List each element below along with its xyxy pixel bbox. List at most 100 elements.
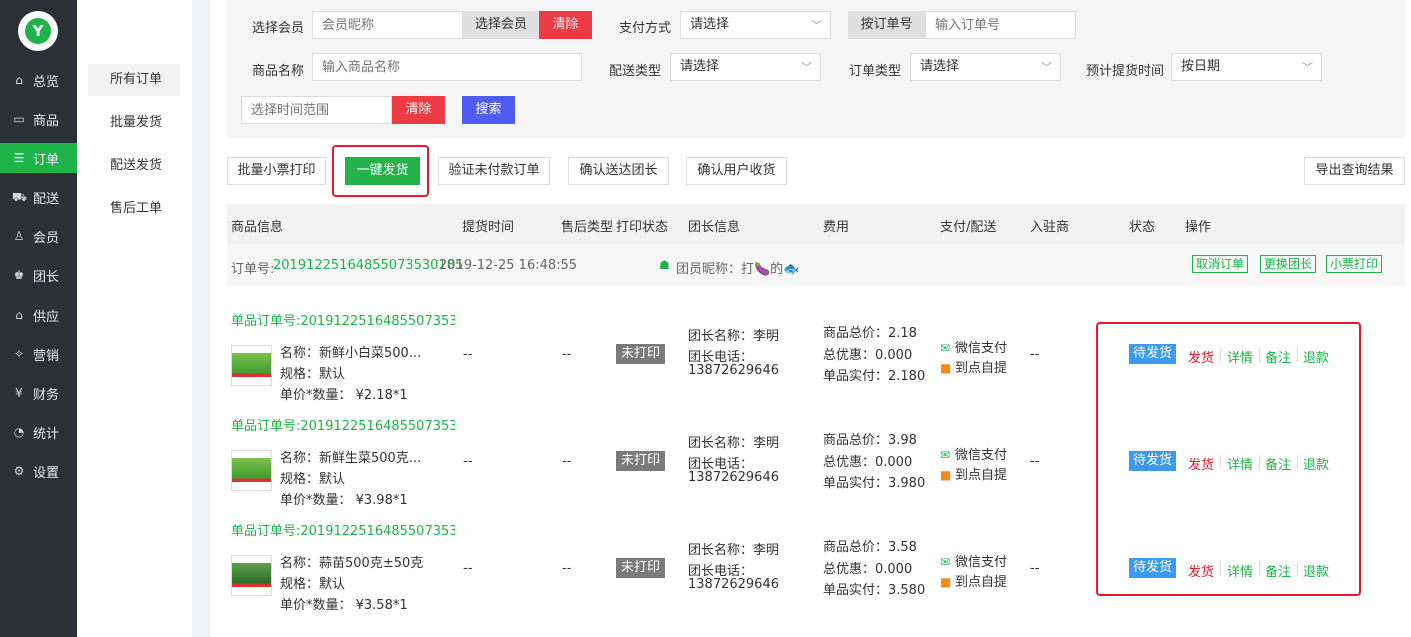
clear-time-button[interactable]: 清除	[392, 96, 445, 124]
ship-link[interactable]: 发货	[1188, 454, 1214, 473]
batch-print-button[interactable]: 批量小票打印	[227, 157, 326, 185]
detail-link[interactable]: 详情	[1227, 454, 1253, 473]
member-input[interactable]	[312, 11, 463, 39]
order-number[interactable]: 20191225164855073530185	[273, 258, 463, 273]
sidebar-item-orders[interactable]: ☰ 订单	[0, 143, 77, 173]
delivery-type-select[interactable]: 请选择 ﹀	[670, 53, 821, 81]
col-header: 打印状态	[616, 220, 669, 235]
order-type-select[interactable]: 请选择 ﹀	[910, 53, 1061, 81]
gear-icon: ⚙	[13, 464, 25, 478]
remark-link[interactable]: 备注	[1265, 347, 1291, 366]
sidebar-item-overview[interactable]: ⌂ 总览	[0, 65, 77, 95]
confirm-user-button[interactable]: 确认用户收货	[686, 157, 787, 185]
detail-link[interactable]: 详情	[1227, 561, 1253, 580]
sidebar-item-settings[interactable]: ⚙ 设置	[0, 456, 77, 486]
aftersale-type: --	[562, 347, 572, 362]
product-thumbnail	[231, 345, 272, 386]
remark-link[interactable]: 备注	[1265, 454, 1291, 473]
select-member-button[interactable]: 选择会员	[463, 11, 539, 39]
sidebar-item-marketing[interactable]: ✧ 营销	[0, 339, 77, 369]
item-paid: 单品实付：3.980	[823, 476, 926, 491]
col-header: 团长信息	[688, 220, 741, 235]
confirm-leader-button[interactable]: 确认送达团长	[568, 157, 669, 185]
sub-order-number[interactable]: 单品订单号:20191225164855073530185	[231, 520, 455, 539]
pay-method-label: 支付方式	[619, 21, 672, 36]
receipt-print-button[interactable]: 小票打印	[1326, 255, 1383, 273]
sidebar-item-label: 统计	[33, 426, 60, 442]
refund-link[interactable]: 退款	[1303, 561, 1329, 580]
detail-link[interactable]: 详情	[1227, 347, 1253, 366]
col-header: 商品信息	[231, 220, 284, 235]
pay-method: ✉ 微信支付	[940, 337, 1007, 356]
delivery-method: ■ 到点自提	[940, 464, 1007, 483]
change-leader-button[interactable]: 更换团长	[1260, 255, 1317, 273]
goods-name-label: 商品名称	[252, 64, 305, 79]
order-no-button[interactable]: 按订单号	[848, 11, 925, 39]
subnav-item-all-orders[interactable]: 所有订单	[88, 64, 180, 96]
print-status-badge: 未打印	[616, 451, 666, 471]
sidebar-item-finance[interactable]: ¥ 财务	[0, 378, 77, 408]
time-range-input[interactable]	[241, 96, 392, 124]
sub-order-number[interactable]: 单品订单号:20191225164855073530185	[231, 415, 455, 434]
order-no-input[interactable]	[925, 11, 1076, 39]
remark-link[interactable]: 备注	[1265, 561, 1291, 580]
product-price: 单价*数量： ¥3.98*1	[280, 493, 408, 508]
product-price: 单价*数量： ¥3.58*1	[280, 598, 408, 613]
item-paid: 单品实付：2.180	[823, 369, 926, 384]
leader-phone: 13872629646	[688, 577, 779, 592]
sidebar-item-label: 财务	[33, 387, 60, 403]
one-click-ship-button[interactable]: 一键发货	[345, 157, 420, 185]
export-button[interactable]: 导出查询结果	[1304, 157, 1405, 185]
sidebar-item-label: 总览	[33, 74, 60, 90]
sidebar-item-supply[interactable]: ⌂ 供应	[0, 300, 77, 330]
sub-order-number[interactable]: 单品订单号:20191225164855073530185	[231, 310, 455, 329]
ship-link[interactable]: 发货	[1188, 561, 1214, 580]
refund-link[interactable]: 退款	[1303, 454, 1329, 473]
divider	[1297, 562, 1298, 576]
sidebar-item-label: 配送	[33, 191, 60, 207]
subnav-item-delivery-ship[interactable]: 配送发货	[88, 150, 180, 182]
pickup-time-select[interactable]: 按日期 ﹀	[1171, 53, 1322, 81]
subnav-item-batch-ship[interactable]: 批量发货	[88, 107, 180, 139]
sidebar-item-label: 供应	[33, 309, 60, 325]
refund-link[interactable]: 退款	[1303, 347, 1329, 366]
app-logo[interactable]: Y	[18, 11, 58, 51]
sidebar-item-members[interactable]: ♙ 会员	[0, 221, 77, 251]
sidebar-item-stats[interactable]: ◔ 统计	[0, 417, 77, 447]
sidebar-item-label: 订单	[33, 152, 60, 168]
delivery-method-text: 到点自提	[955, 575, 1008, 590]
total-discount: 总优惠：0.000	[823, 562, 913, 577]
pay-method-text: 微信支付	[955, 341, 1008, 356]
divider	[1259, 562, 1260, 576]
pickup-time: --	[463, 454, 473, 469]
subnav-item-aftersale[interactable]: 售后工单	[88, 193, 180, 225]
sidebar-item-goods[interactable]: ▭ 商品	[0, 104, 77, 134]
order-time: 2019-12-25 16:48:55	[439, 258, 578, 273]
merchant: --	[1030, 561, 1040, 576]
ship-link[interactable]: 发货	[1188, 347, 1214, 366]
clear-member-button[interactable]: 清除	[539, 11, 592, 39]
search-button[interactable]: 搜索	[462, 96, 515, 124]
product-spec: 规格：默认	[280, 472, 346, 487]
product-thumbnail	[231, 555, 272, 596]
order-type-value: 请选择	[920, 59, 960, 74]
product-name: 名称：蒜苗500克±50克	[280, 556, 424, 571]
main-content: 选择会员 选择会员 清除 支付方式 请选择 ﹀ 按订单号 商品名称 配送类型 请选…	[210, 0, 1411, 637]
sidebar-item-leaders[interactable]: ♚ 团长	[0, 260, 77, 290]
goods-total: 商品总价：3.98	[823, 433, 917, 448]
cancel-order-button[interactable]: 取消订单	[1192, 255, 1249, 273]
goods-name-input[interactable]	[312, 53, 582, 81]
delivery-method: ■ 到点自提	[940, 357, 1007, 376]
pay-method-select[interactable]: 请选择 ﹀	[680, 11, 831, 39]
pickup-time-label: 预计提货时间	[1086, 64, 1165, 79]
sidebar-item-delivery[interactable]: ⛟ 配送	[0, 182, 77, 212]
verify-unpaid-button[interactable]: 验证未付款订单	[438, 157, 550, 185]
col-header: 支付/配送	[940, 220, 997, 235]
order-icon: ☰	[13, 151, 25, 165]
print-status-badge: 未打印	[616, 344, 666, 364]
order-subnav: 所有订单 批量发货 配送发货 售后工单	[77, 0, 192, 637]
pay-method-text: 微信支付	[955, 448, 1008, 463]
order-header-row: 订单号: 20191225164855073530185 2019-12-25 …	[227, 244, 1405, 286]
table-row: 单品订单号:20191225164855073530185 名称：新鲜小白菜50…	[227, 310, 1405, 417]
sidebar-item-label: 设置	[33, 465, 60, 481]
